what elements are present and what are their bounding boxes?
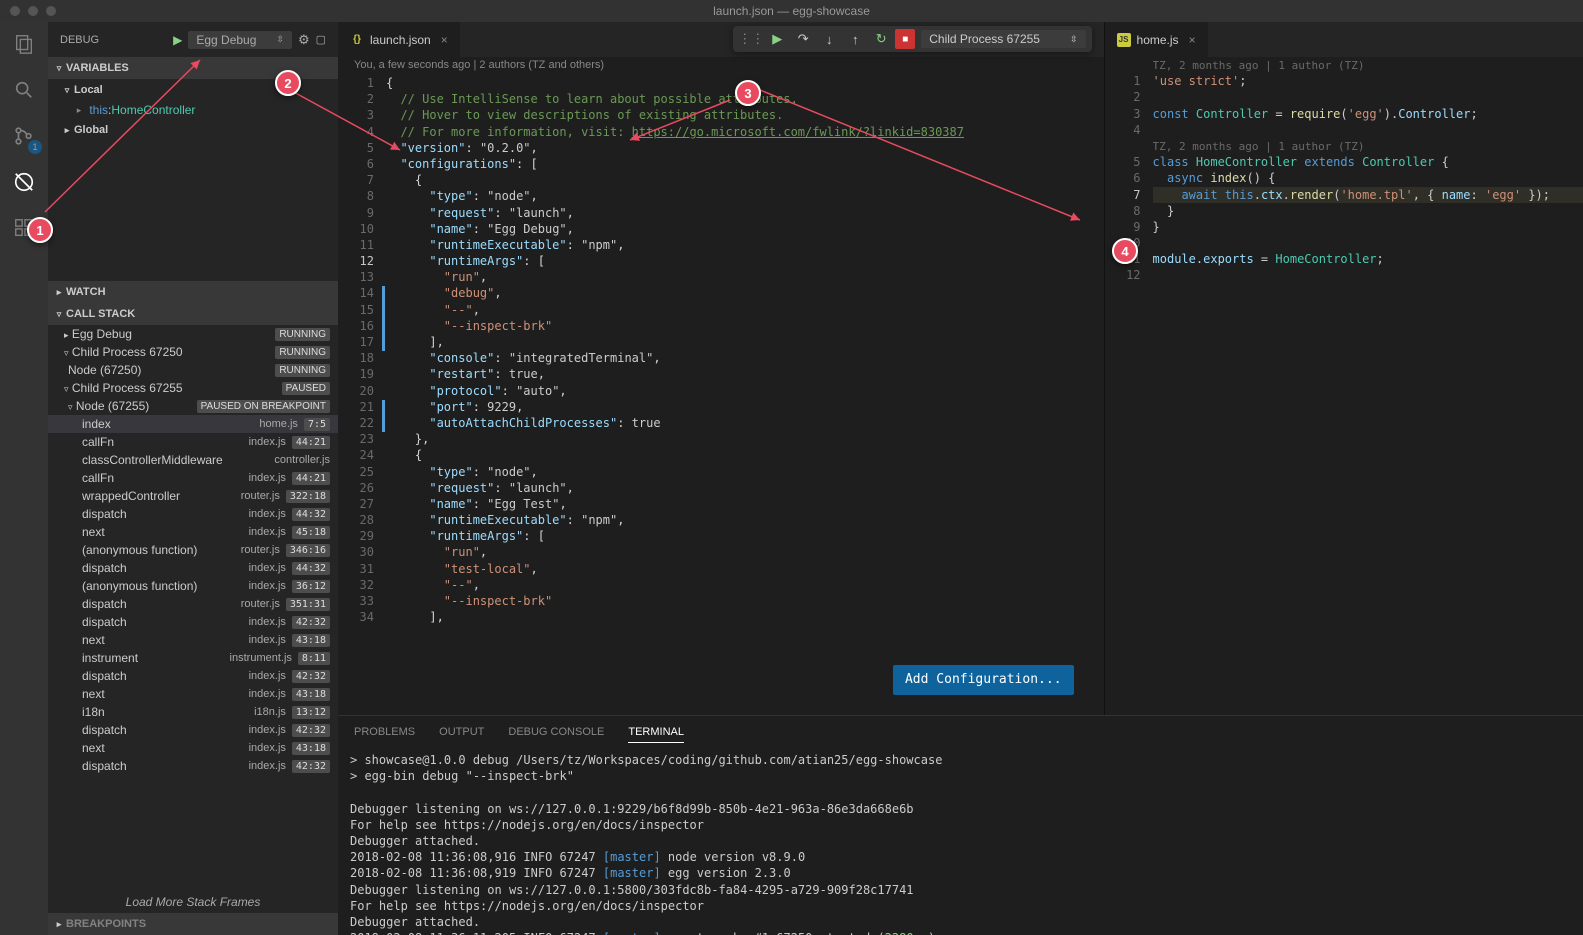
- bottom-panel: PROBLEMS OUTPUT DEBUG CONSOLE TERMINAL >…: [338, 715, 1583, 935]
- debug-process-select[interactable]: Child Process 67255⇳: [921, 30, 1085, 48]
- step-over-button[interactable]: ↷: [791, 27, 815, 51]
- stack-frame[interactable]: classControllerMiddlewarecontroller.js: [48, 451, 338, 469]
- code-editor-1[interactable]: 1234567891011121314151617181920212223242…: [338, 75, 1104, 715]
- stack-frame[interactable]: (anonymous function)router.js346:16: [48, 541, 338, 559]
- load-more-frames[interactable]: Load More Stack Frames: [48, 891, 338, 913]
- stack-frame[interactable]: instrumentinstrument.js8:11: [48, 649, 338, 667]
- stack-frame[interactable]: i18ni18n.js13:12: [48, 703, 338, 721]
- editor-group-2: JS home.js × 1234 56789101112 TZ, 2 mont…: [1105, 22, 1583, 715]
- start-debug-button[interactable]: ▶: [173, 33, 182, 47]
- callstack-list: ▸ Egg DebugRUNNING▿ Child Process 67250R…: [48, 325, 338, 891]
- stack-frame[interactable]: nextindex.js43:18: [48, 739, 338, 757]
- annotation-4: 4: [1112, 238, 1138, 264]
- stack-frame[interactable]: dispatchrouter.js351:31: [48, 595, 338, 613]
- stack-frame[interactable]: (anonymous function)index.js36:12: [48, 577, 338, 595]
- stack-frame[interactable]: dispatchindex.js44:32: [48, 559, 338, 577]
- debug-toolbar[interactable]: ⋮⋮ ▶ ↷ ↓ ↑ ↻ ■ Child Process 67255⇳: [733, 26, 1091, 52]
- minimize-dot[interactable]: [28, 6, 38, 16]
- continue-button[interactable]: ▶: [765, 27, 789, 51]
- debug-icon[interactable]: [12, 170, 36, 194]
- git-blame-annotation: You, a few seconds ago | 2 authors (TZ a…: [338, 57, 1104, 75]
- callstack-header[interactable]: ▿CALL STACK: [48, 303, 338, 325]
- watch-header[interactable]: ▸WATCH: [48, 281, 338, 303]
- sidebar-title: DEBUG: [60, 34, 99, 46]
- close-icon[interactable]: ×: [441, 33, 448, 47]
- stack-thread[interactable]: ▸ Egg DebugRUNNING: [48, 325, 338, 343]
- close-icon[interactable]: ×: [1189, 33, 1196, 47]
- tab-terminal[interactable]: TERMINAL: [628, 722, 684, 743]
- sidebar-header: DEBUG ▶ Egg Debug⇳ ⚙ ▢: [48, 22, 338, 57]
- restart-button[interactable]: ↻: [869, 27, 893, 51]
- explorer-icon[interactable]: [12, 32, 36, 56]
- variable-this[interactable]: ▸ this: HomeController: [48, 101, 338, 119]
- stop-button[interactable]: ■: [895, 29, 915, 49]
- editor-group-1: {} launch.json × ⋮⋮ ▶ ↷ ↓ ↑ ↻ ■ Child Pr…: [338, 22, 1105, 715]
- title-bar: launch.json — egg-showcase: [0, 0, 1583, 22]
- stack-frame[interactable]: nextindex.js43:18: [48, 631, 338, 649]
- annotation-1: 1: [27, 217, 53, 243]
- panel-tabs: PROBLEMS OUTPUT DEBUG CONSOLE TERMINAL: [338, 716, 1583, 748]
- close-dot[interactable]: [10, 6, 20, 16]
- drag-handle-icon[interactable]: ⋮⋮: [739, 27, 763, 51]
- add-configuration-button[interactable]: Add Configuration...: [893, 665, 1074, 695]
- stack-thread[interactable]: Node (67250)RUNNING: [48, 361, 338, 379]
- step-out-button[interactable]: ↑: [843, 27, 867, 51]
- tab-output[interactable]: OUTPUT: [439, 722, 484, 742]
- gear-icon[interactable]: ⚙: [298, 32, 310, 48]
- code-editor-2[interactable]: 1234 56789101112 TZ, 2 months ago | 1 au…: [1105, 57, 1583, 715]
- tab-problems[interactable]: PROBLEMS: [354, 722, 415, 742]
- terminal-output[interactable]: > showcase@1.0.0 debug /Users/tz/Workspa…: [338, 748, 1583, 935]
- stack-thread[interactable]: ▿ Node (67255)PAUSED ON BREAKPOINT: [48, 397, 338, 415]
- stack-frame[interactable]: callFnindex.js44:21: [48, 469, 338, 487]
- json-file-icon: {}: [350, 33, 364, 47]
- stack-frame[interactable]: dispatchindex.js42:32: [48, 667, 338, 685]
- scm-badge: 1: [28, 140, 42, 154]
- stack-frame[interactable]: dispatchindex.js42:32: [48, 721, 338, 739]
- stack-frame[interactable]: dispatchindex.js42:32: [48, 613, 338, 631]
- stack-frame[interactable]: dispatchindex.js44:32: [48, 505, 338, 523]
- stack-thread[interactable]: ▿ Child Process 67250RUNNING: [48, 343, 338, 361]
- tab-bar-2: JS home.js ×: [1105, 22, 1583, 57]
- global-header[interactable]: ▸Global: [48, 119, 338, 141]
- stack-frame[interactable]: nextindex.js45:18: [48, 523, 338, 541]
- stack-frame[interactable]: wrappedControllerrouter.js322:18: [48, 487, 338, 505]
- debug-config-select[interactable]: Egg Debug⇳: [188, 31, 292, 49]
- annotation-2: 2: [275, 70, 301, 96]
- annotation-3: 3: [735, 80, 761, 106]
- stack-frame[interactable]: dispatchindex.js42:32: [48, 757, 338, 775]
- zoom-dot[interactable]: [46, 6, 56, 16]
- window-title: launch.json — egg-showcase: [713, 4, 870, 18]
- scm-icon[interactable]: 1: [12, 124, 36, 148]
- debug-sidebar: DEBUG ▶ Egg Debug⇳ ⚙ ▢ ▿VARIABLES ▿Local…: [48, 22, 338, 935]
- window-controls[interactable]: [0, 6, 56, 16]
- step-into-button[interactable]: ↓: [817, 27, 841, 51]
- tab-bar-1: {} launch.json × ⋮⋮ ▶ ↷ ↓ ↑ ↻ ■ Child Pr…: [338, 22, 1104, 57]
- tab-debug-console[interactable]: DEBUG CONSOLE: [508, 722, 604, 742]
- breakpoints-header[interactable]: ▸BREAKPOINTS: [48, 913, 338, 935]
- console-icon[interactable]: ▢: [316, 33, 326, 46]
- stack-frame[interactable]: indexhome.js7:5: [48, 415, 338, 433]
- stack-frame[interactable]: nextindex.js43:18: [48, 685, 338, 703]
- js-file-icon: JS: [1117, 33, 1131, 47]
- activity-bar: 1: [0, 22, 48, 935]
- search-icon[interactable]: [12, 78, 36, 102]
- tab-launch-json[interactable]: {} launch.json ×: [338, 22, 461, 57]
- tab-home-js[interactable]: JS home.js ×: [1105, 22, 1209, 57]
- stack-thread[interactable]: ▿ Child Process 67255PAUSED: [48, 379, 338, 397]
- stack-frame[interactable]: callFnindex.js44:21: [48, 433, 338, 451]
